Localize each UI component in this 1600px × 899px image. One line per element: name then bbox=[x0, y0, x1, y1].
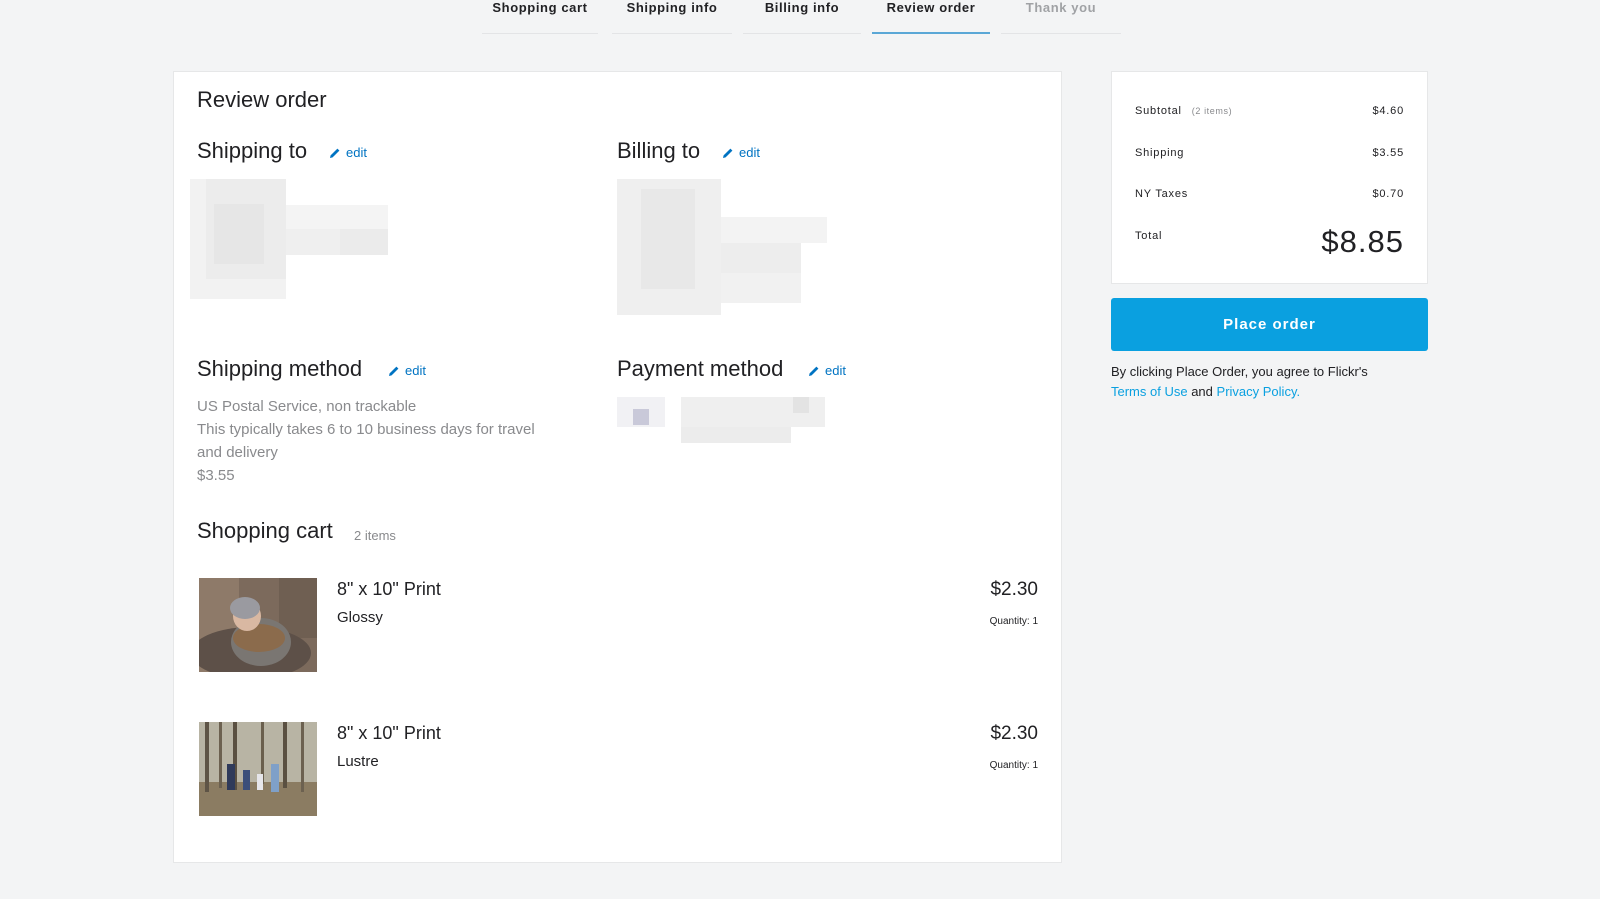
cart-item-count: 2 items bbox=[354, 528, 396, 543]
legal-prefix: By clicking Place Order, you agree to Fl… bbox=[1111, 364, 1368, 379]
pencil-icon bbox=[389, 366, 399, 376]
subtotal-label: Subtotal (2 items) bbox=[1135, 105, 1232, 117]
privacy-policy-link[interactable]: Privacy Policy. bbox=[1217, 384, 1301, 399]
item-quantity: Quantity: 1 bbox=[989, 616, 1038, 627]
pencil-icon bbox=[330, 148, 340, 158]
item-thumbnail[interactable] bbox=[199, 578, 317, 672]
shipping-method-details: US Postal Service, non trackable This ty… bbox=[197, 395, 557, 487]
shopping-cart-heading: Shopping cart bbox=[197, 518, 333, 543]
subtotal-item-count: (2 items) bbox=[1191, 106, 1233, 116]
step-shipping-info[interactable]: Shipping info bbox=[612, 0, 732, 34]
step-label: Shopping cart bbox=[492, 0, 588, 15]
shipping-method-heading: Shipping method bbox=[197, 356, 363, 381]
item-finish: Glossy bbox=[337, 609, 383, 626]
item-name: 8" x 10" Print bbox=[337, 579, 441, 599]
billing-to-edit-link[interactable]: edit bbox=[722, 145, 760, 161]
shipping-to-edit-link[interactable]: edit bbox=[329, 145, 367, 161]
edit-label: edit bbox=[739, 145, 760, 160]
payment-method-edit-link[interactable]: edit bbox=[808, 363, 846, 379]
order-summary: Subtotal (2 items) $4.60 Shipping $3.55 N… bbox=[1111, 71, 1428, 284]
shipping-to-heading: Shipping to bbox=[197, 138, 308, 163]
legal-and: and bbox=[1191, 384, 1213, 399]
step-thank-you: Thank you bbox=[1001, 0, 1121, 34]
subtotal-value: $4.60 bbox=[1372, 105, 1404, 117]
shipping-label: Shipping bbox=[1135, 147, 1185, 159]
item-price: $2.30 bbox=[990, 723, 1038, 744]
total-label: Total bbox=[1135, 230, 1163, 242]
taxes-label: NY Taxes bbox=[1135, 188, 1189, 200]
step-review-order[interactable]: Review order bbox=[872, 0, 990, 34]
item-thumbnail[interactable] bbox=[199, 722, 317, 816]
shipping-value: $3.55 bbox=[1372, 147, 1404, 159]
edit-label: edit bbox=[825, 363, 846, 378]
legal-agreement: By clicking Place Order, you agree to Fl… bbox=[1111, 362, 1371, 402]
step-billing-info[interactable]: Billing info bbox=[743, 0, 861, 34]
shipping-duration: This typically takes 6 to 10 business da… bbox=[197, 421, 535, 461]
shipping-price: $3.55 bbox=[197, 467, 235, 484]
shipping-method-edit-link[interactable]: edit bbox=[388, 363, 426, 379]
edit-label: edit bbox=[346, 145, 367, 160]
edit-label: edit bbox=[405, 363, 426, 378]
place-order-button[interactable]: Place order bbox=[1111, 298, 1428, 351]
newborn-photo-icon bbox=[199, 578, 317, 672]
payment-method-heading: Payment method bbox=[617, 356, 784, 381]
item-quantity: Quantity: 1 bbox=[989, 760, 1038, 771]
total-value: $8.85 bbox=[1321, 224, 1404, 259]
pencil-icon bbox=[723, 148, 733, 158]
billing-to-heading: Billing to bbox=[617, 138, 701, 163]
review-order-card: Review order Shipping to edit Billing to… bbox=[173, 71, 1062, 863]
terms-of-use-link[interactable]: Terms of Use bbox=[1111, 384, 1188, 399]
shipping-carrier: US Postal Service, non trackable bbox=[197, 398, 417, 415]
family-forest-photo-icon bbox=[199, 722, 317, 816]
step-label: Thank you bbox=[1025, 0, 1097, 15]
item-finish: Lustre bbox=[337, 753, 379, 770]
item-name: 8" x 10" Print bbox=[337, 723, 441, 743]
taxes-value: $0.70 bbox=[1372, 188, 1404, 200]
pencil-icon bbox=[809, 366, 819, 376]
step-label: Billing info bbox=[764, 0, 840, 15]
step-label: Review order bbox=[886, 0, 976, 15]
subtotal-text: Subtotal bbox=[1135, 105, 1182, 117]
step-shopping-cart[interactable]: Shopping cart bbox=[482, 0, 598, 34]
item-price: $2.30 bbox=[990, 579, 1038, 600]
page-title: Review order bbox=[197, 87, 327, 112]
step-label: Shipping info bbox=[626, 0, 718, 15]
